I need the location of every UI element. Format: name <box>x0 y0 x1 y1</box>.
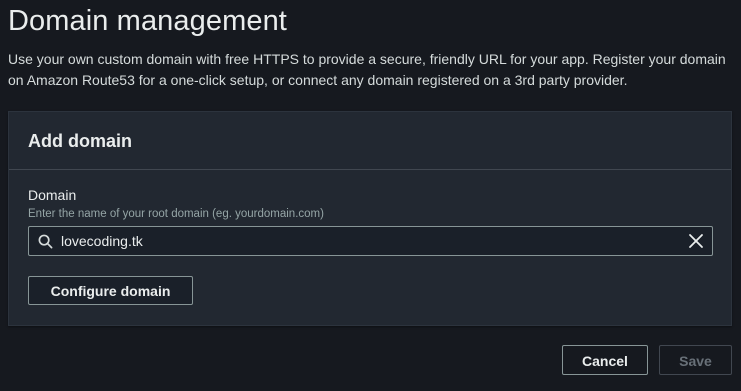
domain-search-box[interactable] <box>28 226 713 256</box>
cancel-button[interactable]: Cancel <box>562 345 648 375</box>
panel-title: Add domain <box>28 131 132 151</box>
panel-header: Add domain <box>9 112 731 170</box>
add-domain-panel: Add domain Domain Enter the name of your… <box>8 111 732 326</box>
search-icon <box>38 234 53 249</box>
domain-field-label: Domain <box>28 187 77 203</box>
close-icon[interactable] <box>688 233 704 249</box>
save-button[interactable]: Save <box>659 345 732 375</box>
page-description: Use your own custom domain with free HTT… <box>8 51 726 88</box>
domain-field-hint: Enter the name of your root domain (eg. … <box>28 208 324 220</box>
page-title: Domain management <box>8 5 287 37</box>
domain-input[interactable] <box>61 227 671 255</box>
configure-domain-button[interactable]: Configure domain <box>28 276 193 305</box>
domain-management-page: Domain management Use your own custom do… <box>0 0 741 391</box>
